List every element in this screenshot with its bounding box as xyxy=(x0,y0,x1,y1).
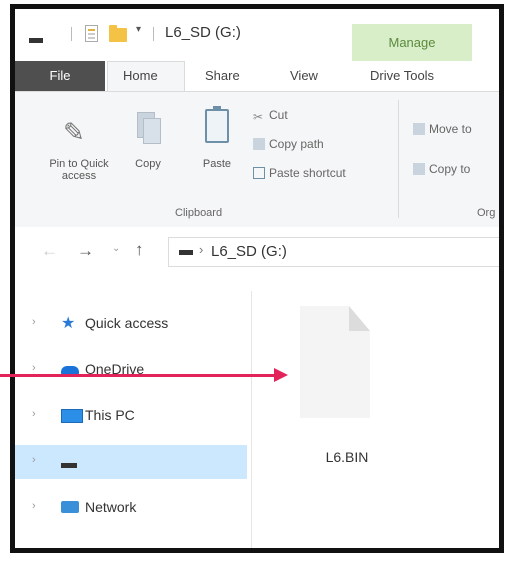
annotation-arrow-line xyxy=(0,374,276,377)
ribbon-home-panel: ✎ Pin to Quick access Copy Paste ✂ Cut Co… xyxy=(15,91,499,228)
nav-item-label: Quick access xyxy=(85,315,169,331)
group-divider xyxy=(398,100,399,218)
clipboard-group-label: Clipboard xyxy=(175,207,223,219)
cut-label: Cut xyxy=(269,108,288,122)
file-icon[interactable] xyxy=(300,306,370,418)
drive-icon xyxy=(179,250,193,255)
expand-chevron-icon[interactable]: › xyxy=(32,362,36,374)
pin-label-line2: access xyxy=(61,170,97,182)
paste-icon[interactable] xyxy=(205,106,229,143)
star-icon: ★ xyxy=(61,315,76,332)
pin-label-line1: Pin to Quick xyxy=(49,158,109,170)
nav-item-this-pc[interactable]: › This PC xyxy=(15,399,247,433)
tab-view[interactable]: View xyxy=(290,68,318,83)
move-to-button[interactable]: Move to xyxy=(413,122,472,136)
window-title: L6_SD (G:) xyxy=(165,24,241,41)
up-arrow-icon[interactable]: ↑ xyxy=(135,240,144,260)
manage-contextual-tab[interactable]: Manage xyxy=(352,24,472,61)
nav-item-label: Network xyxy=(85,499,137,515)
nav-item-network[interactable]: › Network xyxy=(15,491,247,525)
tab-drive-tools[interactable]: Drive Tools xyxy=(370,68,434,83)
tab-file-label: File xyxy=(49,68,71,83)
forward-arrow-icon[interactable]: → xyxy=(77,241,94,261)
copy-to-label: Copy to xyxy=(429,162,471,176)
back-arrow-icon[interactable]: ← xyxy=(41,241,58,261)
customize-quick-access-chevron-icon[interactable]: ▾ xyxy=(136,24,141,35)
nav-item-onedrive[interactable]: › OneDrive xyxy=(15,353,247,387)
breadcrumb-separator: › xyxy=(199,242,204,257)
drive-icon xyxy=(29,38,43,43)
drive-icon xyxy=(61,463,77,468)
title-bar: ▾ L6_SD (G:) Manage xyxy=(15,9,499,61)
move-to-icon xyxy=(413,123,425,135)
paste-shortcut-icon xyxy=(253,167,265,179)
pin-icon[interactable]: ✎ xyxy=(63,117,85,148)
breadcrumb-path[interactable]: L6_SD (G:) xyxy=(211,243,287,260)
file-explorer-window: ▾ L6_SD (G:) Manage File Home Share View… xyxy=(10,4,504,553)
file-name[interactable]: L6.BIN xyxy=(292,449,402,465)
organize-group-label: Org xyxy=(477,207,496,219)
toolbar-separator xyxy=(71,27,72,41)
expand-chevron-icon[interactable]: › xyxy=(32,500,36,512)
navigation-pane: › ★ Quick access › OneDrive › This PC › … xyxy=(15,291,247,541)
copy-path-icon xyxy=(253,138,265,150)
tab-share[interactable]: Share xyxy=(205,68,240,83)
nav-item-quick-access[interactable]: › ★ Quick access xyxy=(15,307,247,341)
pane-divider[interactable] xyxy=(251,291,252,548)
nav-item-label: This PC xyxy=(85,407,135,423)
copy-to-button[interactable]: Copy to xyxy=(413,162,470,176)
address-bar[interactable]: › L6_SD (G:) xyxy=(168,237,499,267)
copy-path-label: Copy path xyxy=(269,137,324,151)
ribbon-tabs: File Home Share View Drive Tools xyxy=(15,61,499,91)
toolbar-separator xyxy=(153,27,154,41)
cut-button[interactable]: ✂ Cut xyxy=(253,108,288,124)
tab-file[interactable]: File xyxy=(15,61,105,91)
recent-locations-chevron-icon[interactable]: ⌄ xyxy=(112,243,120,254)
tab-home-label: Home xyxy=(123,68,158,83)
navigation-bar: ← → ⌄ ↑ › L6_SD (G:) xyxy=(15,227,499,281)
paste-shortcut-label: Paste shortcut xyxy=(269,166,346,180)
annotation-arrow-head xyxy=(274,368,288,382)
new-folder-icon[interactable] xyxy=(109,25,127,42)
nav-item-sd-drive[interactable]: › xyxy=(15,445,247,479)
paste-shortcut-button[interactable]: Paste shortcut xyxy=(253,166,346,180)
copy-to-icon xyxy=(413,163,425,175)
pin-to-quick-access-button[interactable]: Pin to Quick access xyxy=(29,158,129,182)
paste-button[interactable]: Paste xyxy=(197,158,237,170)
properties-icon[interactable] xyxy=(85,25,98,42)
expand-chevron-icon[interactable]: › xyxy=(32,408,36,420)
scissors-icon: ✂ xyxy=(253,110,264,124)
copy-button[interactable]: Copy xyxy=(128,158,168,170)
expand-chevron-icon[interactable]: › xyxy=(32,316,36,328)
expand-chevron-icon[interactable]: › xyxy=(32,454,36,466)
move-to-label: Move to xyxy=(429,122,472,136)
network-icon xyxy=(61,501,79,513)
copy-path-button[interactable]: Copy path xyxy=(253,137,324,151)
copy-icon[interactable] xyxy=(137,112,161,144)
manage-tab-label: Manage xyxy=(388,35,436,50)
computer-icon xyxy=(61,409,83,423)
